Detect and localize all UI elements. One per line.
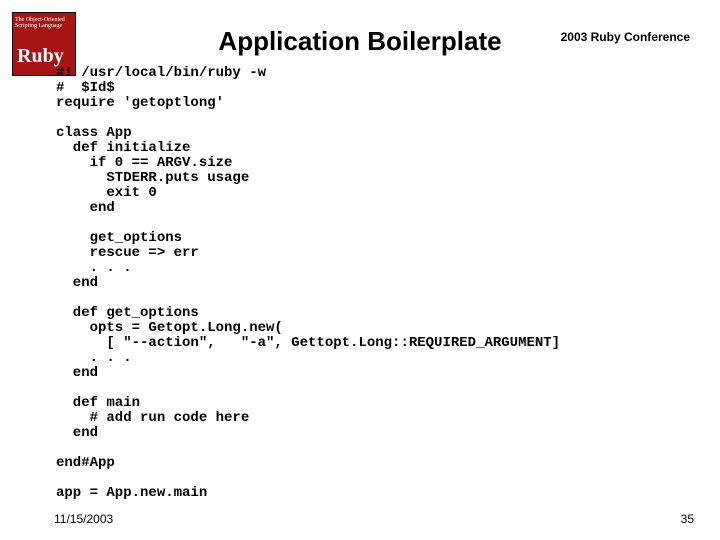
conference-label: 2003 Ruby Conference xyxy=(561,30,690,44)
code-block: #! /usr/local/bin/ruby -w # $Id$ require… xyxy=(56,66,560,501)
footer-page-number: 35 xyxy=(681,512,694,526)
footer-date: 11/15/2003 xyxy=(54,512,113,526)
